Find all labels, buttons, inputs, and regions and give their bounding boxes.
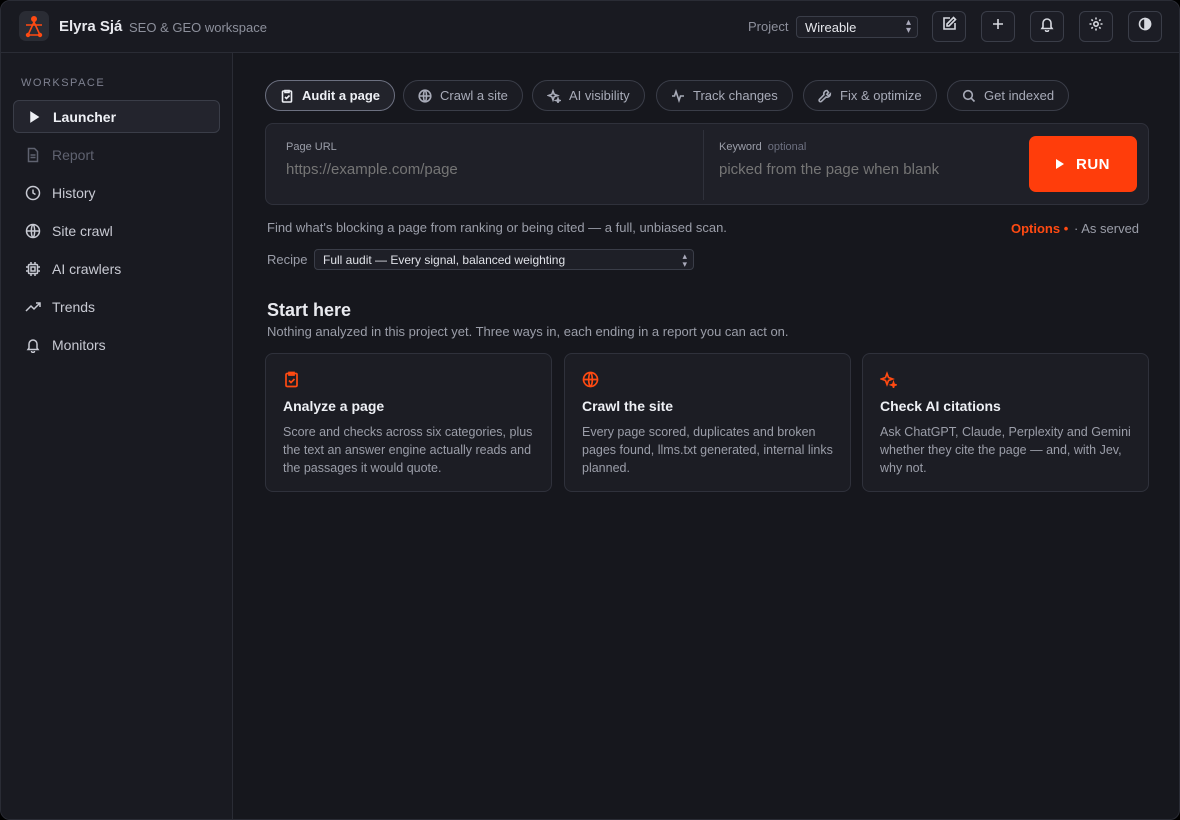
card-body: Every page scored, duplicates and broken… <box>582 425 833 475</box>
sidebar-item-monitors[interactable]: Monitors <box>13 328 220 361</box>
recipe-select-value: Full audit — Every signal, balanced weig… <box>323 253 566 267</box>
pulse-icon <box>671 88 685 103</box>
trend-icon <box>25 299 41 315</box>
theme-toggle-button[interactable] <box>1128 11 1162 42</box>
wrench-icon <box>818 89 832 103</box>
brand-subtitle: SEO & GEO workspace <box>129 20 267 35</box>
sidebar-item-label: Launcher <box>53 108 117 125</box>
tab-get-indexed[interactable]: Get indexed <box>947 80 1070 111</box>
start-title: Start here <box>267 300 352 320</box>
tab-track-changes[interactable]: Track changes <box>656 80 793 111</box>
sidebar-item-report: Report <box>13 138 220 171</box>
sidebar-item-trends[interactable]: Trends <box>13 290 220 323</box>
card-title: Crawl the site <box>582 398 674 414</box>
run-button[interactable]: RUN <box>1029 136 1137 192</box>
recipe-label: Recipe <box>267 252 308 267</box>
edit-icon <box>941 16 957 37</box>
mode-description: Find what's blocking a page from ranking… <box>267 220 727 235</box>
sidebar-item-ai-crawlers[interactable]: AI crawlers <box>13 252 220 285</box>
card-check-ai-citations[interactable]: Check AI citations Ask ChatGPT, Claude, … <box>862 353 1149 492</box>
keyword-input[interactable] <box>719 158 1014 180</box>
bell-icon <box>25 337 41 353</box>
served-mode-text: · As served <box>1074 221 1140 236</box>
settings-button[interactable] <box>1079 11 1113 42</box>
sidebar-item-label: Trends <box>52 298 96 315</box>
play-icon <box>26 109 42 125</box>
tab-label: Track changes <box>693 88 778 103</box>
plus-icon <box>990 16 1006 37</box>
tab-label: Fix & optimize <box>840 88 922 103</box>
project-label: Project <box>748 19 789 34</box>
globe-icon <box>25 223 41 239</box>
tab-label: AI visibility <box>569 88 630 103</box>
card-analyze-page[interactable]: Analyze a page Score and checks across s… <box>265 353 552 492</box>
project-select[interactable]: Wireable ▴ ▾ <box>796 16 918 38</box>
globe-icon <box>582 371 599 388</box>
search-icon <box>962 89 976 103</box>
brand-name: Elyra Sjá <box>59 18 123 35</box>
sidebar-item-label: AI crawlers <box>52 260 122 277</box>
tab-ai-visibility[interactable]: AI visibility <box>532 80 645 111</box>
card-body: Score and checks across six categories, … <box>283 425 533 475</box>
chip-icon <box>25 261 41 277</box>
sparkle-icon <box>546 88 563 105</box>
start-subtitle: Nothing analyzed in this project yet. Th… <box>267 324 789 339</box>
gear-icon <box>1088 16 1104 37</box>
sidebar-item-site-crawl[interactable]: Site crawl <box>13 214 220 247</box>
audit-form: Page URL Keyword optional RUN <box>265 123 1149 205</box>
play-icon <box>1056 159 1064 169</box>
card-crawl-site[interactable]: Crawl the site Every page scored, duplic… <box>564 353 851 492</box>
project-select-value: Wireable <box>805 20 857 35</box>
recipe-select[interactable]: Full audit — Every signal, balanced weig… <box>314 249 694 270</box>
sidebar-item-launcher[interactable]: Launcher <box>13 100 220 133</box>
url-field-label: Page URL <box>286 141 337 153</box>
tab-label: Audit a page <box>302 88 381 103</box>
sidebar-item-label: Site crawl <box>52 222 113 239</box>
clipboard-check-icon <box>283 371 300 388</box>
keyword-field-label: Keyword optional <box>719 141 806 153</box>
document-icon <box>25 147 41 163</box>
edit-button[interactable] <box>932 11 966 42</box>
bell-icon <box>1039 16 1055 37</box>
clipboard-check-icon <box>280 89 294 103</box>
keyword-label-text: Keyword <box>719 141 762 153</box>
sidebar-item-label: History <box>52 184 96 201</box>
run-button-label: RUN <box>1076 155 1110 173</box>
card-title: Check AI citations <box>880 398 1001 414</box>
options-link[interactable]: Options • <box>1011 221 1068 236</box>
tab-label: Crawl a site <box>440 88 508 103</box>
url-input[interactable] <box>286 158 686 180</box>
sidebar-item-label: Report <box>52 146 95 163</box>
notifications-button[interactable] <box>1030 11 1064 42</box>
card-title: Analyze a page <box>283 398 385 414</box>
sidebar-item-label: Monitors <box>52 336 106 353</box>
tab-label: Get indexed <box>984 88 1055 103</box>
sparkle-icon <box>879 371 899 390</box>
tab-fix-optimize[interactable]: Fix & optimize <box>803 80 937 111</box>
top-bar: Elyra Sjá SEO & GEO workspace Project Wi… <box>1 1 1179 53</box>
updown-chevron-icon: ▴ ▾ <box>905 17 911 36</box>
sidebar-section-title: WORKSPACE <box>21 77 106 89</box>
brand-logo[interactable] <box>19 11 49 41</box>
field-divider <box>703 130 704 200</box>
globe-icon <box>418 88 432 103</box>
add-button[interactable] <box>981 11 1015 42</box>
keyword-optional-hint: optional <box>767 141 807 153</box>
app-window: Elyra Sjá SEO & GEO workspace Project Wi… <box>0 0 1180 820</box>
tab-audit-a-page[interactable]: Audit a page <box>265 80 396 111</box>
clock-icon <box>25 185 41 201</box>
updown-chevron-icon: ▴ ▾ <box>682 251 687 269</box>
contrast-icon <box>1137 16 1153 37</box>
tab-crawl-a-site[interactable]: Crawl a site <box>403 80 523 111</box>
card-body: Ask ChatGPT, Claude, Perplexity and Gemi… <box>880 425 1131 475</box>
sidebar-item-history[interactable]: History <box>13 176 220 209</box>
sidebar: WORKSPACE Launcher Report History Site c… <box>1 53 233 819</box>
